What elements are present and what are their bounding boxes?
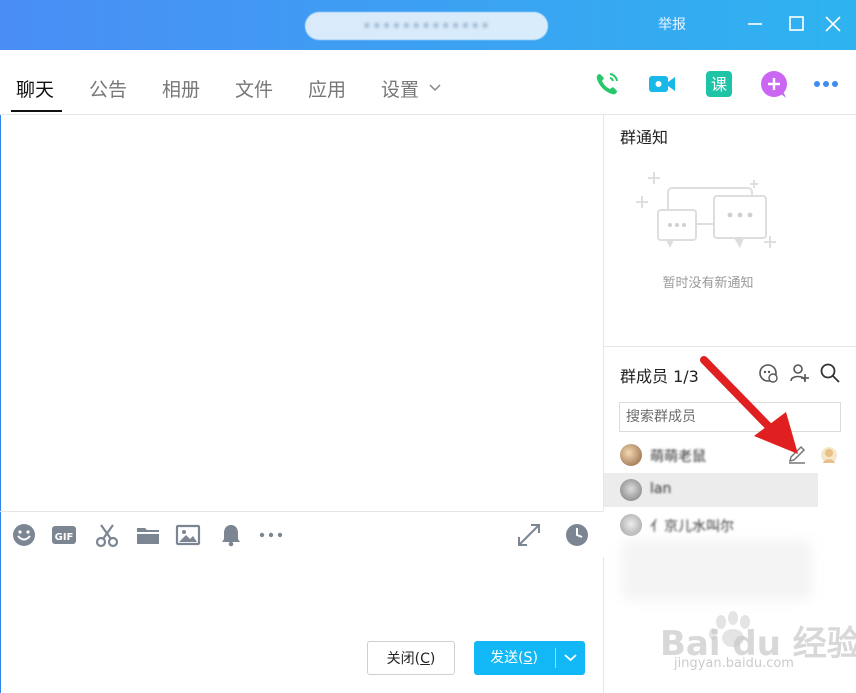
window-title: ••••••••••••• — [362, 17, 491, 35]
send-button-label: 发送( — [490, 650, 524, 666]
report-link[interactable]: 举报 — [658, 14, 686, 34]
close-icon[interactable] — [818, 9, 848, 39]
tab-chat[interactable]: 聊天 — [16, 75, 54, 111]
tab-settings[interactable]: 设置 — [381, 75, 419, 111]
close-button-label-end: ) — [429, 651, 436, 667]
scissors-icon[interactable] — [94, 522, 120, 548]
send-button-label-end: ) — [532, 650, 538, 666]
avatar — [620, 444, 642, 466]
maximize-icon[interactable] — [782, 9, 812, 39]
member-row[interactable]: 亻京儿水叫尔 — [604, 508, 856, 542]
bell-icon[interactable] — [218, 522, 244, 548]
close-button-label: 关闭( — [386, 651, 421, 667]
tab-announcements[interactable]: 公告 — [89, 75, 127, 111]
tab-apps[interactable]: 应用 — [308, 75, 346, 111]
owner-badge-icon — [821, 447, 837, 463]
blurred-region — [622, 540, 812, 600]
tab-album[interactable]: 相册 — [162, 75, 200, 111]
group-notice-title: 群通知 — [620, 128, 669, 147]
emoji-icon[interactable] — [11, 522, 37, 548]
empty-notice-illustration — [636, 172, 776, 248]
folder-icon[interactable] — [135, 522, 161, 548]
composer-toolbar — [0, 511, 603, 558]
tab-files[interactable]: 文件 — [235, 75, 273, 111]
send-options-chevron-icon[interactable] — [556, 641, 585, 675]
close-button-shortcut: C — [420, 651, 430, 667]
red-arrow-annotation — [700, 356, 798, 454]
avatar — [620, 479, 642, 501]
expand-icon[interactable] — [516, 522, 542, 548]
member-name: lan — [650, 481, 672, 497]
class-icon[interactable]: 课 — [703, 68, 735, 100]
video-call-icon[interactable] — [646, 68, 678, 100]
history-clock-icon[interactable] — [564, 522, 590, 548]
phone-icon[interactable] — [591, 68, 623, 100]
minimize-icon[interactable] — [740, 9, 770, 39]
svg-text:课: 课 — [711, 75, 727, 94]
image-icon[interactable] — [175, 522, 201, 548]
gif-icon[interactable]: GIF — [51, 522, 77, 548]
search-icon[interactable] — [819, 362, 841, 384]
member-name: 亻京儿水叫尔 — [650, 519, 734, 535]
chat-message-area[interactable] — [0, 115, 604, 511]
add-app-icon[interactable] — [758, 68, 790, 100]
svg-text:GIF: GIF — [55, 532, 74, 543]
avatar — [620, 514, 642, 536]
panel-divider — [604, 346, 856, 347]
close-button[interactable]: 关闭(C) — [367, 641, 455, 675]
active-tab-indicator — [11, 110, 62, 112]
notice-empty-text: 暂时没有新通知 — [662, 276, 754, 291]
watermark-url: jingyan.baidu.com — [674, 656, 794, 671]
member-row[interactable]: lan — [604, 473, 818, 507]
send-button-label-wrap[interactable]: 发送(S) — [474, 641, 554, 675]
more-tools-icon[interactable] — [258, 522, 284, 548]
more-icon[interactable] — [810, 68, 842, 100]
chevron-down-icon[interactable] — [428, 80, 442, 94]
send-button[interactable]: 发送(S) — [474, 641, 585, 675]
members-title: 群成员 1/3 — [620, 367, 699, 386]
